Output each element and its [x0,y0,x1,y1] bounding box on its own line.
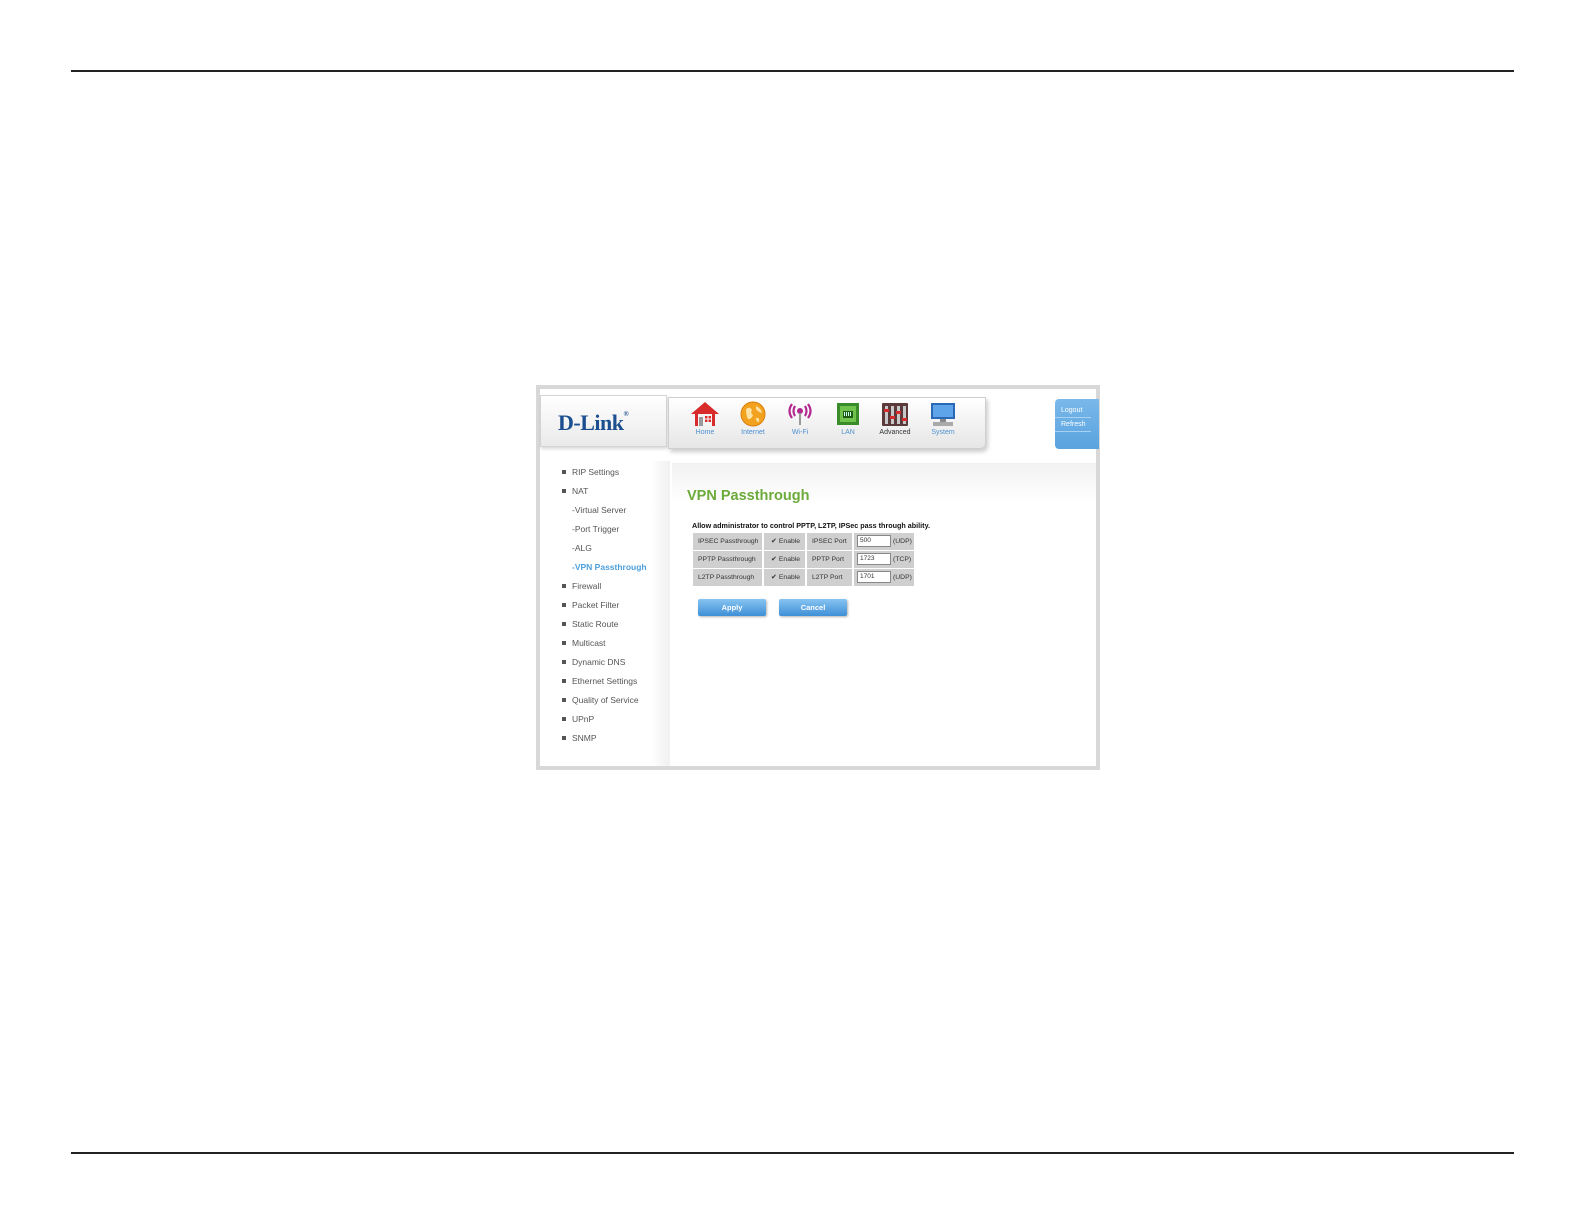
sidebar-item-upnp[interactable]: UPnP [562,714,594,724]
bullet-icon [562,622,566,626]
sidebar-item-packet-filter[interactable]: Packet Filter [562,600,619,610]
sidebar-item-label: Firewall [572,581,602,591]
bullet-icon [562,470,566,474]
bullet-icon [562,698,566,702]
nav-wifi-label: Wi-Fi [791,429,809,436]
checkmark-icon: ✔ [771,538,777,545]
ipsec-port-input[interactable]: 500 [857,535,891,548]
protocol-label: (UDP) [893,574,912,581]
sidebar-item-nat[interactable]: NAT [562,486,588,496]
enable-label: Enable [778,574,801,581]
globe-icon [740,401,766,427]
row-port-label: L2TP Port [807,569,852,586]
sidebar-item-label: SNMP [572,733,597,743]
refresh-link[interactable]: Refresh [1055,421,1091,432]
nav-lan-label: LAN [841,429,855,436]
wifi-icon [788,403,812,425]
protocol-label: (UDP) [893,538,912,545]
sidebar-item-quality-of-service[interactable]: Quality of Service [562,695,639,705]
checkmark-icon: ✔ [771,556,777,563]
pptp-enable-checkbox[interactable]: ✔ Enable [764,551,805,568]
sidebar-item-label: Ethernet Settings [572,676,638,686]
session-panel: Logout Refresh [1055,399,1099,449]
router-ui: D-Link® Home Internet Wi-Fi LAN Advanced… [540,389,1099,766]
home-icon [691,402,719,426]
sidebar: RIP Settings NAT -Virtual Server -Port T… [540,461,670,766]
pptp-port-input[interactable]: 1723 [857,553,891,566]
advanced-icon [882,403,908,426]
sidebar-item-ethernet-settings[interactable]: Ethernet Settings [562,676,637,686]
sidebar-item-dynamic-dns[interactable]: Dynamic DNS [562,657,625,667]
enable-label: Enable [778,556,801,563]
l2tp-enable-checkbox[interactable]: ✔ Enable [764,569,805,586]
sidebar-item-label: Static Route [572,619,619,629]
bullet-icon [562,679,566,683]
sidebar-item-port-trigger[interactable]: -Port Trigger [572,524,619,534]
bullet-icon [562,584,566,588]
bullet-icon [562,489,566,493]
logo-text: D-Link® [558,410,629,435]
sidebar-item-snmp[interactable]: SNMP [562,733,597,743]
bottom-rule [71,1152,1514,1154]
nav-internet[interactable]: Internet [733,400,773,446]
sidebar-item-rip-settings[interactable]: RIP Settings [562,467,619,477]
sidebar-item-label: Packet Filter [572,600,620,610]
nav-system[interactable]: System [923,400,963,446]
row-name: IPSEC Passthrough [693,533,762,550]
checkmark-icon: ✔ [771,574,777,581]
sidebar-item-firewall[interactable]: Firewall [562,581,601,591]
nav-home-label: Home [695,429,715,436]
apply-button[interactable]: Apply [698,599,766,616]
top-nav: Home Internet Wi-Fi LAN Advanced System [668,397,986,449]
lan-icon [837,403,859,425]
sidebar-item-label: Dynamic DNS [572,657,626,667]
sidebar-item-vpn-passthrough[interactable]: -VPN Passthrough [572,562,647,572]
sidebar-item-multicast[interactable]: Multicast [562,638,606,648]
nav-advanced-label: Advanced [879,429,911,436]
bullet-icon [562,641,566,645]
main-content: VPN Passthrough Allow administrator to c… [672,463,1096,763]
sidebar-item-static-route[interactable]: Static Route [562,619,618,629]
bullet-icon [562,603,566,607]
nav-internet-label: Internet [741,429,765,436]
ipsec-port-cell: 500 (UDP) [854,533,914,550]
nav-wifi[interactable]: Wi-Fi [780,400,820,446]
brand-logo: D-Link® [540,395,667,447]
nav-home[interactable]: Home [685,400,725,446]
sidebar-item-label: NAT [572,486,589,496]
router-ui-screenshot: D-Link® Home Internet Wi-Fi LAN Advanced… [536,385,1100,770]
sidebar-item-alg[interactable]: -ALG [572,543,592,553]
pptp-port-cell: 1723 (TCP) [854,551,914,568]
sidebar-item-label: RIP Settings [572,467,620,477]
sidebar-item-label: Quality of Service [572,695,639,705]
sidebar-item-virtual-server[interactable]: -Virtual Server [572,505,626,515]
row-name: L2TP Passthrough [693,569,762,586]
bullet-icon [562,736,566,740]
bullet-icon [562,660,566,664]
row-name: PPTP Passthrough [693,551,762,568]
nav-advanced[interactable]: Advanced [875,400,915,446]
row-port-label: IPSEC Port [807,533,852,550]
sidebar-item-label: UPnP [572,714,595,724]
top-rule [71,70,1514,72]
page-title: VPN Passthrough [687,488,810,504]
l2tp-port-cell: 1701 (UDP) [854,569,914,586]
l2tp-port-input[interactable]: 1701 [857,571,891,584]
nav-lan[interactable]: LAN [828,400,868,446]
sidebar-item-label: Multicast [572,638,606,648]
ipsec-enable-checkbox[interactable]: ✔ Enable [764,533,805,550]
protocol-label: (TCP) [893,556,912,563]
page-description: Allow administrator to control PPTP, L2T… [692,521,931,530]
bullet-icon [562,717,566,721]
enable-label: Enable [778,538,801,545]
row-port-label: PPTP Port [807,551,852,568]
logout-link[interactable]: Logout [1055,407,1091,418]
cancel-button[interactable]: Cancel [779,599,847,616]
system-icon [931,403,955,426]
nav-system-label: System [931,429,955,436]
